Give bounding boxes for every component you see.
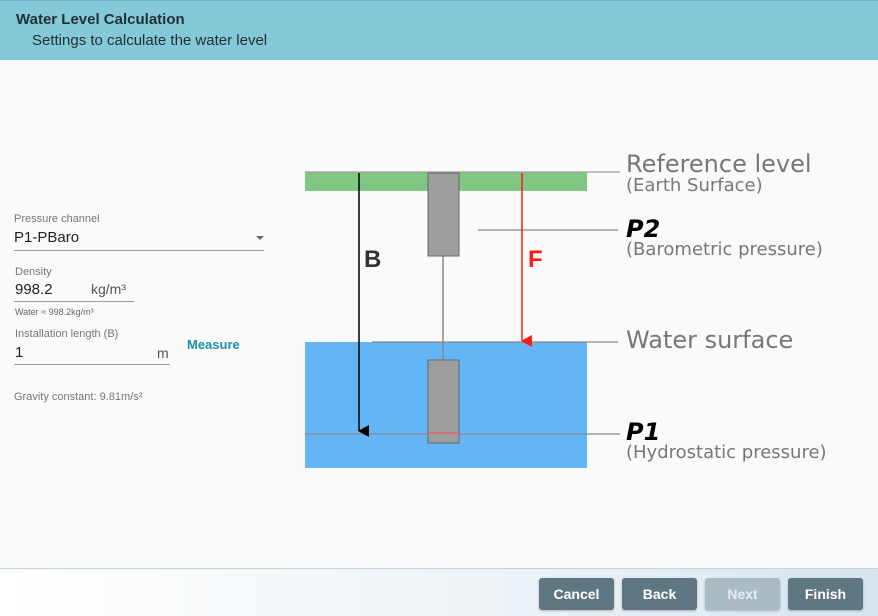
arrow-b-label: B <box>364 246 381 273</box>
dialog-title: Water Level Calculation <box>16 11 185 28</box>
density-input[interactable]: 998.2 <box>15 281 53 298</box>
density-hint: Water ≈ 998.2kg/m³ <box>15 307 94 317</box>
cancel-button[interactable]: Cancel <box>539 578 614 610</box>
installation-length-unit: m <box>157 345 169 361</box>
finish-button[interactable]: Finish <box>788 578 863 610</box>
pressure-channel-label: Pressure channel <box>14 213 100 225</box>
dialog-footer: Cancel Back Next Finish <box>0 568 878 616</box>
installation-length-label: Installation length (B) <box>15 328 119 340</box>
water-surface-label: Water surface <box>626 326 793 354</box>
reference-level-label: Reference level <box>626 150 812 178</box>
density-label: Density <box>15 266 52 278</box>
density-unit: kg/m³ <box>91 281 126 297</box>
next-button: Next <box>705 578 780 610</box>
chevron-down-icon[interactable] <box>256 236 264 240</box>
barometric-pressure-label: (Barometric pressure) <box>626 239 823 260</box>
water-level-diagram: B F Reference level (Earth Surface) P2 (… <box>305 150 827 468</box>
barometric-sensor <box>427 172 460 257</box>
settings-panel: Pressure channel P1-PBaro Density 998.2 … <box>0 60 290 565</box>
dialog-subtitle: Settings to calculate the water level <box>32 32 268 49</box>
gravity-constant-text: Gravity constant: 9.81m/s² <box>14 391 143 403</box>
installation-length-input[interactable]: 1 <box>15 344 23 361</box>
installation-length-underline <box>14 364 170 365</box>
earth-surface-label: (Earth Surface) <box>626 175 763 196</box>
measure-button[interactable]: Measure <box>187 337 240 352</box>
dialog-header: Water Level Calculation Settings to calc… <box>0 0 878 60</box>
pressure-channel-underline <box>14 250 264 251</box>
hydrostatic-pressure-label: (Hydrostatic pressure) <box>626 442 827 463</box>
density-underline <box>14 301 134 302</box>
pressure-channel-select[interactable]: P1-PBaro <box>14 229 79 246</box>
arrow-f-label: F <box>528 246 543 273</box>
hydrostatic-sensor <box>427 359 460 444</box>
back-button[interactable]: Back <box>622 578 697 610</box>
